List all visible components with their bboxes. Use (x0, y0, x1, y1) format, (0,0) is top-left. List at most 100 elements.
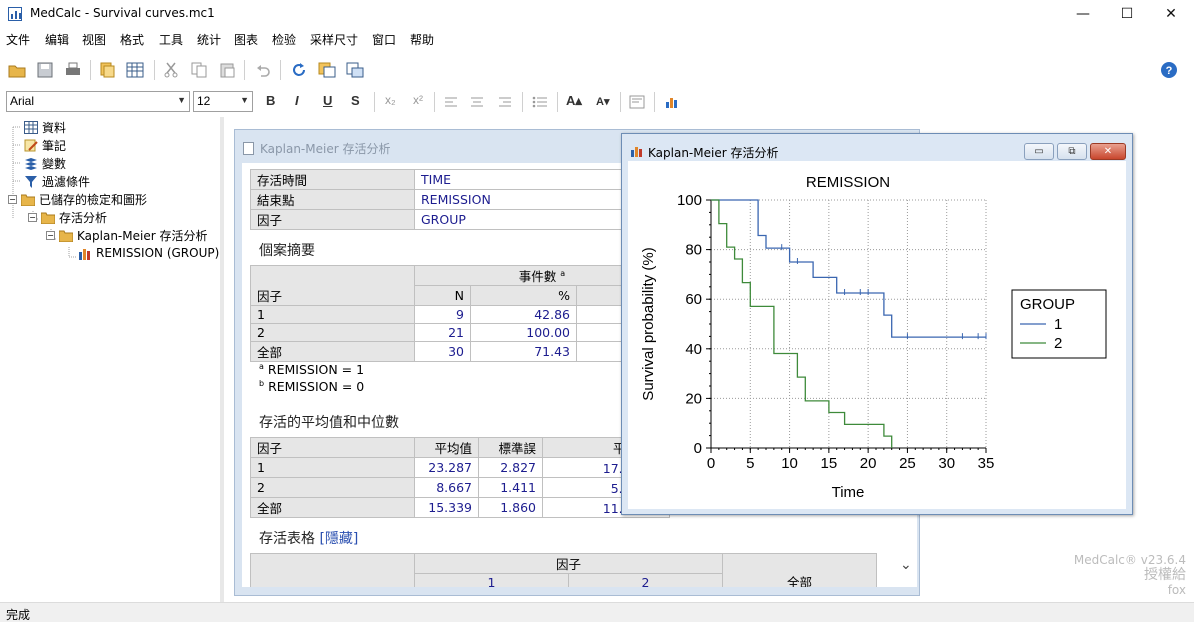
align-center-icon[interactable] (466, 91, 488, 113)
chart-minimize-button[interactable]: ▭ (1024, 143, 1054, 160)
medcalc-app-icon (8, 7, 22, 21)
svg-text:?: ? (1166, 65, 1173, 77)
menu-file[interactable]: 文件 (6, 31, 30, 48)
menu-tools[interactable]: 工具 (159, 31, 183, 48)
export-icon[interactable] (344, 59, 366, 81)
minimize-button[interactable]: — (1060, 0, 1106, 28)
help-icon[interactable]: ? (1158, 59, 1180, 81)
align-right-icon[interactable] (494, 91, 516, 113)
menu-tests[interactable]: 检验 (272, 31, 296, 48)
menu-sampling[interactable]: 采样尺寸 (310, 31, 358, 48)
footnote-b: b REMISSION = 0 (259, 379, 365, 395)
table-cell: 30 (414, 340, 471, 362)
licensed-to-text: 授權給 (1144, 567, 1186, 583)
x-tick-label: 10 (781, 455, 798, 472)
y-tick-label: 20 (685, 390, 702, 407)
legend-label-2: 2 (1054, 335, 1062, 352)
close-button[interactable]: ✕ (1148, 0, 1194, 28)
chart-area: REMISSION 0 5 10 15 20 25 30 35 0 20 40 60 80 100 Time S… (628, 161, 1126, 509)
grow-font-button[interactable]: A▴ (566, 93, 582, 109)
align-left-icon[interactable] (440, 91, 462, 113)
hide-link[interactable]: [隱藏] (319, 531, 358, 547)
survival-table-heading: 存活表格 [隱藏] (259, 531, 359, 547)
menu-bar: 文件 编辑 视图 格式 工具 统计 图表 检验 采样尺寸 窗口 帮助 (0, 28, 1194, 48)
tree-item-data[interactable]: 資料 (24, 118, 66, 136)
shrink-font-button[interactable]: A▾ (596, 95, 609, 108)
subscript-button[interactable]: x₂ (385, 93, 396, 107)
format-painter-icon[interactable] (626, 91, 648, 113)
table-row: 2 (250, 477, 415, 498)
table-cell: 42.86 (470, 304, 577, 324)
table-cell: 71.43 (470, 340, 577, 362)
copy-icon[interactable] (188, 59, 210, 81)
font-size-select[interactable]: 12 ▼ (193, 91, 253, 112)
italic-button[interactable]: I (295, 93, 299, 108)
print-icon[interactable] (62, 59, 84, 81)
collapse-toggle[interactable]: − (46, 230, 55, 240)
x-tick-label: 5 (746, 455, 754, 472)
x-tick-label: 0 (707, 455, 715, 472)
tree-item-remission-group[interactable]: REMISSION (GROUP) (78, 244, 219, 262)
save-icon[interactable] (34, 59, 56, 81)
y-tick-label: 80 (685, 242, 702, 259)
chart-window[interactable]: Kaplan-Meier 存活分析 ▭ ⧉ ✕ REMISSION 0 5 10 15 2… (621, 133, 1133, 515)
col-header: 1 (414, 573, 569, 587)
info-label: 結束點 (250, 189, 415, 210)
copy-pages-icon[interactable] (96, 59, 118, 81)
tree-item-notes[interactable]: 筆記 (24, 136, 66, 154)
table-row: 全部 (250, 340, 415, 362)
tree-item-filters[interactable]: 過濾條件 (24, 172, 90, 190)
menu-format[interactable]: 格式 (120, 31, 144, 48)
menu-view[interactable]: 视图 (82, 31, 106, 48)
superscript-button[interactable]: x² (413, 93, 423, 107)
cut-icon[interactable] (160, 59, 182, 81)
tree-item-kaplan-meier[interactable]: − Kaplan-Meier 存活分析 (46, 226, 207, 244)
case-summary-heading: 個案摘要 (259, 243, 315, 259)
x-tick-label: 35 (978, 455, 995, 472)
paste-icon[interactable] (216, 59, 238, 81)
folder-icon (20, 193, 36, 206)
table-row: 1 (250, 304, 415, 324)
collapse-toggle[interactable]: − (28, 212, 37, 222)
menu-statistics[interactable]: 统计 (197, 31, 221, 48)
underline-button[interactable]: U (323, 93, 332, 108)
spreadsheet-icon[interactable] (124, 59, 146, 81)
undo-icon[interactable] (252, 59, 274, 81)
tree-item-survival[interactable]: − 存活分析 (28, 208, 107, 226)
table-cell: 2.827 (478, 457, 543, 478)
menu-window[interactable]: 窗口 (372, 31, 396, 48)
y-tick-label: 40 (685, 341, 702, 358)
x-tick-label: 15 (821, 455, 838, 472)
maximize-button[interactable]: ☐ (1104, 0, 1150, 28)
table-row: 2 (250, 322, 415, 342)
bullet-list-icon[interactable] (529, 91, 551, 113)
collapse-toggle[interactable]: − (8, 194, 17, 204)
menu-help[interactable]: 帮助 (410, 31, 434, 48)
report-window-title: Kaplan-Meier 存活分析 (243, 138, 390, 158)
chart-close-button[interactable]: ✕ (1090, 143, 1126, 160)
tree-item-saved-tests[interactable]: − 已儲存的檢定和圖形 (8, 190, 147, 208)
scroll-down-icon[interactable]: ⌄ (900, 557, 912, 573)
table-cell: 21 (414, 322, 471, 342)
bold-button[interactable]: B (266, 93, 275, 108)
menu-edit[interactable]: 编辑 (45, 31, 69, 48)
window-title: MedCalc - Survival curves.mc1 (30, 6, 215, 20)
col-header: N (414, 285, 471, 306)
format-toolbar: Arial ▼ 12 ▼ B I U S x₂ x² A▴ A▾ (0, 88, 1194, 116)
open-folder-icon[interactable] (6, 59, 28, 81)
chart-restore-button[interactable]: ⧉ (1057, 143, 1087, 160)
copy-chart-icon[interactable] (316, 59, 338, 81)
bar-chart-icon (630, 145, 643, 160)
y-tick-label: 100 (677, 192, 702, 209)
menu-graphs[interactable]: 图表 (234, 31, 258, 48)
table-cell: 23.287 (414, 457, 479, 478)
legend-title: GROUP (1020, 296, 1075, 313)
strikethrough-button[interactable]: S (351, 93, 360, 108)
font-family-select[interactable]: Arial ▼ (6, 91, 190, 112)
x-tick-label: 20 (860, 455, 877, 472)
grid-icon (24, 120, 38, 134)
refresh-icon[interactable] (288, 59, 310, 81)
tree-item-variables[interactable]: 變數 (24, 154, 66, 172)
table-cell: 15.339 (414, 497, 479, 518)
chart-format-icon[interactable] (662, 91, 684, 113)
